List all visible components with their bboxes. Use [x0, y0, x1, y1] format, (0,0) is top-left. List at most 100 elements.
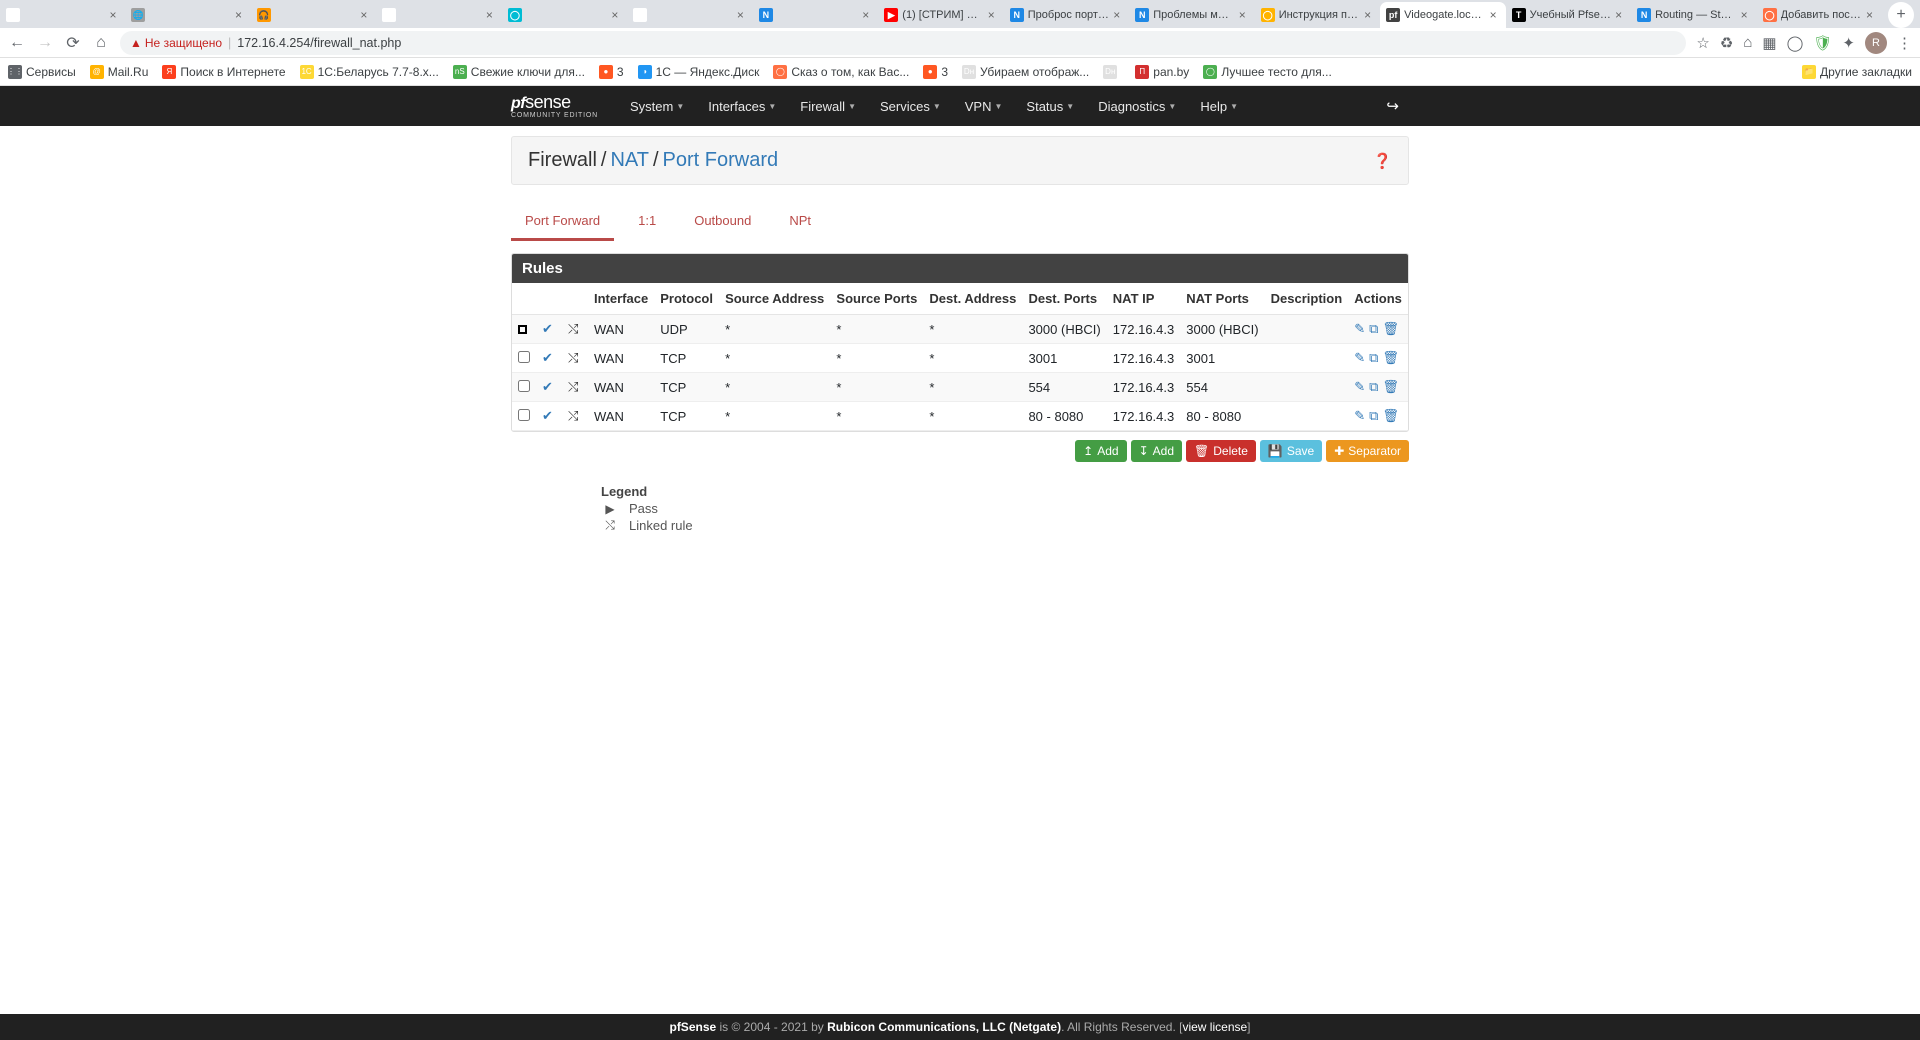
edit-icon[interactable]: ✎	[1354, 379, 1365, 395]
nav-home-button[interactable]: ⌂	[92, 34, 110, 52]
house-icon[interactable]: ⌂	[1743, 34, 1752, 51]
nav-item-vpn[interactable]: VPN▼	[955, 91, 1013, 122]
address-bar[interactable]: ▲ Не защищено | 172.16.4.254/firewall_na…	[120, 31, 1686, 55]
add-bottom-button[interactable]: ↧Add	[1131, 440, 1182, 462]
nav-item-help[interactable]: Help▼	[1190, 91, 1248, 122]
browser-tab[interactable]: NПроблемы маршрути×	[1129, 2, 1254, 28]
copy-icon[interactable]: ⧉	[1369, 408, 1378, 424]
bookmark-item[interactable]: @Mail.Ru	[90, 65, 149, 79]
nav-item-system[interactable]: System▼	[620, 91, 694, 122]
browser-tab[interactable]: 🎧×	[251, 2, 376, 28]
copy-icon[interactable]: ⧉	[1369, 321, 1378, 337]
delete-icon[interactable]: 🗑	[1382, 350, 1399, 366]
bookmark-item[interactable]: ◑1С — Яндекс.Диск	[638, 65, 760, 79]
browser-tab[interactable]: pfVideogate.localdomai×	[1380, 2, 1505, 28]
nav-forward-button[interactable]: →	[36, 34, 54, 52]
bookmark-item[interactable]: Dн	[1103, 65, 1121, 79]
tab-close-icon[interactable]: ×	[1866, 8, 1876, 22]
brand-logo[interactable]: pfsense COMMUNITY EDITION	[511, 86, 598, 126]
edit-icon[interactable]: ✎	[1354, 350, 1365, 366]
nav-item-firewall[interactable]: Firewall▼	[790, 91, 866, 122]
tab-close-icon[interactable]: ×	[611, 8, 621, 22]
add-top-button[interactable]: ↥Add	[1075, 440, 1126, 462]
rule-row[interactable]: ✔ ⤭ WAN TCP * * * 554 172.16.4.3 554 ✎ ⧉…	[512, 373, 1408, 402]
tab-close-icon[interactable]: ×	[862, 8, 872, 22]
bookmark-item[interactable]: ЯПоиск в Интернете	[162, 65, 285, 79]
nav-reload-button[interactable]: ⟳	[64, 33, 82, 53]
tab-close-icon[interactable]: ×	[235, 8, 245, 22]
nav-item-services[interactable]: Services▼	[870, 91, 951, 122]
bookmark-item[interactable]: nSСвежие ключи для...	[453, 65, 585, 79]
rule-row[interactable]: ✔ ⤭ WAN UDP * * * 3000 (HBCI) 172.16.4.3…	[512, 315, 1408, 344]
edit-icon[interactable]: ✎	[1354, 321, 1365, 337]
row-select[interactable]	[512, 373, 536, 402]
grid-icon[interactable]: ▦	[1762, 34, 1776, 52]
save-button[interactable]: 💾Save	[1260, 440, 1322, 462]
rule-row[interactable]: ✔ ⤭ WAN TCP * * * 80 - 8080 172.16.4.3 8…	[512, 402, 1408, 431]
browser-tab[interactable]: NПроброс портов на р×	[1004, 2, 1129, 28]
delete-icon[interactable]: 🗑	[1382, 408, 1399, 424]
bookmark-item[interactable]: ●3	[599, 65, 624, 79]
edit-icon[interactable]: ✎	[1354, 408, 1365, 424]
bookmark-item[interactable]: ◯Лучшее тесто для...	[1203, 65, 1331, 79]
circle-icon[interactable]: ◯	[1787, 34, 1804, 52]
tab-close-icon[interactable]: ×	[1615, 8, 1625, 22]
new-tab-button[interactable]: +	[1888, 2, 1914, 28]
star-icon[interactable]: ☆	[1696, 34, 1709, 52]
row-select[interactable]	[512, 315, 536, 344]
nav-back-button[interactable]: ←	[8, 34, 26, 52]
browser-tab[interactable]: ◯Добавить пост | Пик×	[1757, 2, 1882, 28]
bookmark-item[interactable]: ◯Сказ о том, как Вас...	[773, 65, 909, 79]
tab-close-icon[interactable]: ×	[1490, 8, 1500, 22]
browser-tab[interactable]: ◯Инструкция по марш×	[1255, 2, 1380, 28]
tab-npt[interactable]: NPt	[775, 203, 825, 241]
tab-close-icon[interactable]: ×	[486, 8, 496, 22]
bookmark-item[interactable]: Пpan.by	[1135, 65, 1189, 79]
rule-row[interactable]: ✔ ⤭ WAN TCP * * * 3001 172.16.4.3 3001 ✎…	[512, 344, 1408, 373]
copy-icon[interactable]: ⧉	[1369, 379, 1378, 395]
browser-tab[interactable]: NRouting — Static Rou×	[1631, 2, 1756, 28]
profile-avatar[interactable]: R	[1865, 32, 1887, 54]
recycle-icon[interactable]: ♻	[1720, 34, 1733, 52]
delete-icon[interactable]: 🗑	[1382, 379, 1399, 395]
browser-tab[interactable]: TУчебный Pfsense - П×	[1506, 2, 1631, 28]
browser-tab[interactable]: N×	[753, 2, 878, 28]
crumb-portforward[interactable]: Port Forward	[663, 149, 779, 172]
browser-tab[interactable]: ▲×	[627, 2, 752, 28]
logout-icon[interactable]: ↪	[1376, 89, 1409, 123]
delete-button[interactable]: 🗑Delete	[1186, 440, 1256, 462]
tab-port-forward[interactable]: Port Forward	[511, 203, 614, 241]
nav-item-status[interactable]: Status▼	[1016, 91, 1084, 122]
puzzle-icon[interactable]: ✦	[1842, 34, 1855, 52]
row-select[interactable]	[512, 344, 536, 373]
tab-close-icon[interactable]: ×	[988, 8, 998, 22]
tab-outbound[interactable]: Outbound	[680, 203, 765, 241]
nav-item-diagnostics[interactable]: Diagnostics▼	[1088, 91, 1186, 122]
row-select[interactable]	[512, 402, 536, 431]
help-icon[interactable]: ❓	[1373, 152, 1392, 170]
browser-tab[interactable]: G×	[0, 2, 125, 28]
tab-close-icon[interactable]: ×	[360, 8, 370, 22]
browser-tab[interactable]: 🌐×	[125, 2, 250, 28]
tab-close-icon[interactable]: ×	[1741, 8, 1751, 22]
bookmark-item[interactable]: DнУбираем отображ...	[962, 65, 1089, 79]
tab-1-1[interactable]: 1:1	[624, 203, 670, 241]
tab-close-icon[interactable]: ×	[737, 8, 747, 22]
bookmark-item[interactable]: ●3	[923, 65, 948, 79]
tab-close-icon[interactable]: ×	[1364, 8, 1374, 22]
browser-tab[interactable]: ◯×	[502, 2, 627, 28]
tab-close-icon[interactable]: ×	[109, 8, 119, 22]
tab-close-icon[interactable]: ×	[1239, 8, 1249, 22]
view-license-link[interactable]: view license	[1182, 1020, 1247, 1034]
bookmark-item[interactable]: 1С1С:Беларусь 7.7-8.х...	[300, 65, 439, 79]
other-bookmarks[interactable]: 📁Другие закладки	[1802, 65, 1912, 79]
shield-icon[interactable]: 🛡	[1813, 34, 1832, 52]
crumb-nat[interactable]: NAT	[610, 149, 649, 172]
browser-tab[interactable]: ▶(1) [СТРИМ] Спасибо×	[878, 2, 1003, 28]
delete-icon[interactable]: 🗑	[1382, 321, 1399, 337]
bookmark-item[interactable]: ⋮⋮Сервисы	[8, 65, 76, 79]
tab-close-icon[interactable]: ×	[1113, 8, 1123, 22]
separator-button[interactable]: ✚Separator	[1326, 440, 1409, 462]
copy-icon[interactable]: ⧉	[1369, 350, 1378, 366]
kebab-menu-icon[interactable]: ⋮	[1897, 34, 1912, 52]
